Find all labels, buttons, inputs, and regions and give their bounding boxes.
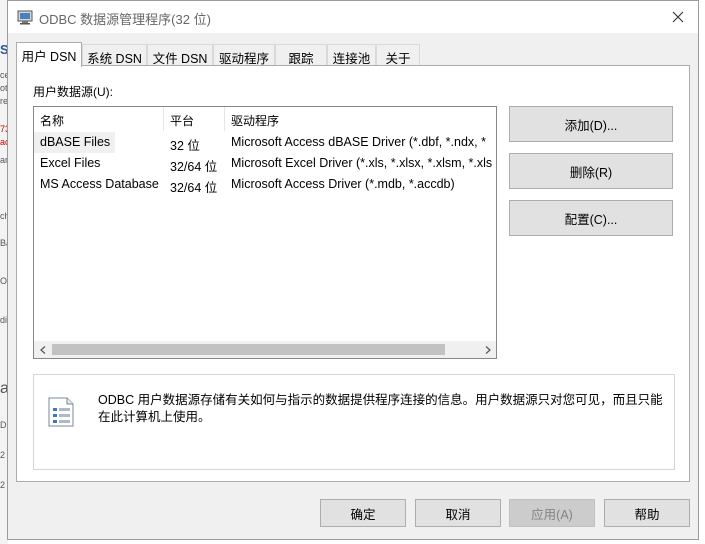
dsn-platform: 32/64 位 [170,160,218,174]
tab-system-dsn[interactable]: 系统 DSN [82,44,147,66]
user-data-sources-list[interactable]: 名称 平台 驱动程序 dBASE Files 32 位 Microsoft Ac… [33,106,497,359]
remove-button[interactable]: 删除(R) [509,153,673,189]
scroll-left-button[interactable] [34,341,51,358]
user-dsn-panel: 用户数据源(U): 名称 平台 驱动程序 dBASE Files 32 位 Mi… [16,65,690,482]
odbc-dialog: ODBC 数据源管理程序(32 位) 用户 DSN 系统 DSN 文件 DSN … [7,0,699,540]
dsn-driver: Microsoft Access dBASE Driver (*.dbf, *.… [231,135,486,149]
chevron-left-icon [39,345,45,354]
scroll-right-button[interactable] [479,341,496,358]
tab-file-dsn[interactable]: 文件 DSN [147,44,213,66]
configure-button[interactable]: 配置(C)... [509,200,673,236]
cancel-button[interactable]: 取消 [415,499,501,527]
dsn-platform: 32 位 [170,139,200,153]
dsn-name: dBASE Files [34,132,115,153]
table-row[interactable]: Excel Files 32/64 位 Microsoft Excel Driv… [34,153,496,174]
help-button[interactable]: 帮助 [604,499,690,527]
dsn-name: MS Access Database [40,177,159,191]
table-row[interactable]: MS Access Database 32/64 位 Microsoft Acc… [34,174,496,195]
tab-drivers[interactable]: 驱动程序 [213,44,275,66]
column-header-driver[interactable]: 驱动程序 [225,107,496,131]
bg-text: 2 [0,480,6,490]
chevron-right-icon [485,345,491,354]
scrollbar-thumb[interactable] [52,344,445,355]
title-bar[interactable]: ODBC 数据源管理程序(32 位) [8,1,698,33]
tab-user-dsn[interactable]: 用户 DSN [16,42,82,67]
tab-about[interactable]: 关于 [376,44,420,66]
dsn-driver: Microsoft Excel Driver (*.xls, *.xlsx, *… [231,156,493,170]
tab-connection-pooling[interactable]: 连接池 [327,44,376,66]
column-header-name[interactable]: 名称 [34,107,164,131]
info-description: ODBC 用户数据源存储有关如何与指示的数据提供程序连接的信息。用户数据源只对您… [98,393,663,424]
bg-text: di [0,315,8,325]
close-button[interactable] [658,1,698,33]
data-source-document-icon [48,397,74,427]
horizontal-scrollbar[interactable] [34,341,496,358]
apply-button[interactable]: 应用(A) [509,499,595,527]
window-title: ODBC 数据源管理程序(32 位) [39,12,211,27]
user-data-sources-label: 用户数据源(U): [33,85,113,99]
table-row[interactable]: dBASE Files 32 位 Microsoft Access dBASE … [34,132,496,153]
ok-button[interactable]: 确定 [320,499,406,527]
dsn-name: Excel Files [40,156,101,170]
dsn-platform: 32/64 位 [170,181,218,195]
tab-tracing[interactable]: 跟踪 [275,44,327,66]
bg-text: D [0,420,7,430]
add-button[interactable]: 添加(D)... [509,106,673,142]
bg-text: 2 [0,450,6,460]
close-icon [672,11,684,23]
info-box: ODBC 用户数据源存储有关如何与指示的数据提供程序连接的信息。用户数据源只对您… [33,374,675,470]
dsn-driver: Microsoft Access Driver (*.mdb, *.accdb) [231,177,455,191]
column-header-platform[interactable]: 平台 [164,107,225,131]
odbc-app-icon [17,10,33,25]
